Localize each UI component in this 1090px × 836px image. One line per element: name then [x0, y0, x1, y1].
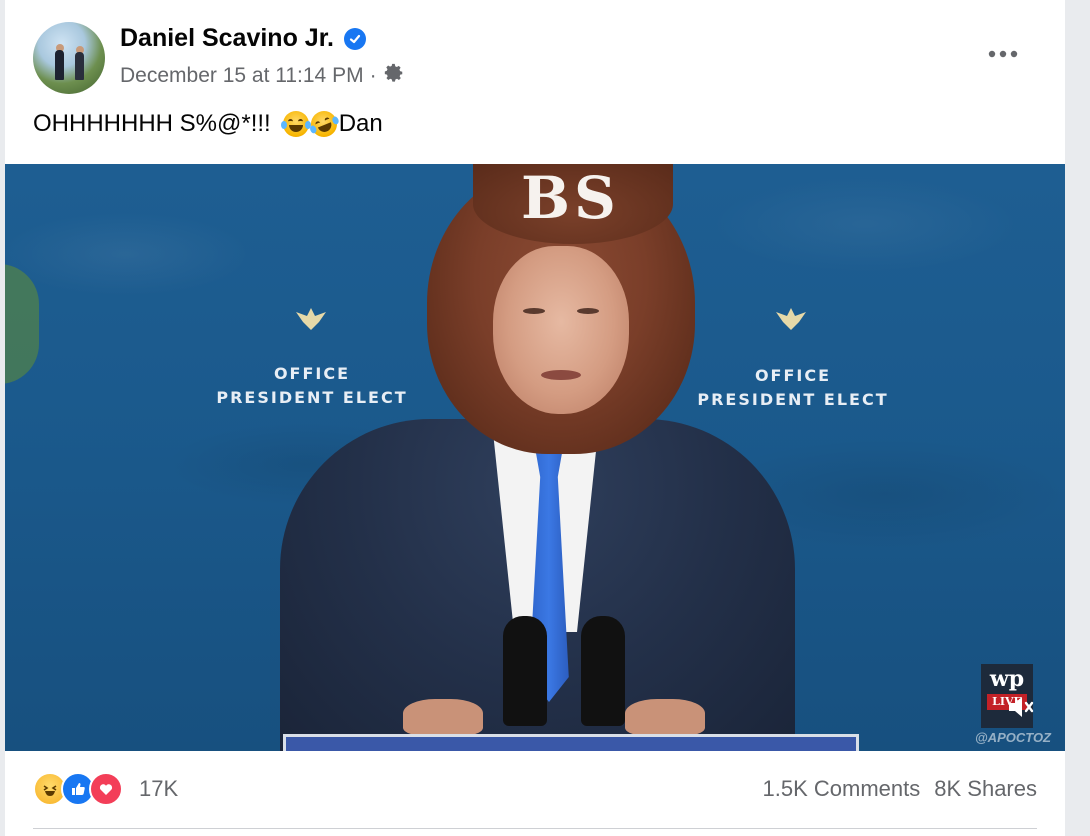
reaction-count[interactable]: 17K [139, 776, 178, 802]
engagement-stats: 1.5K Comments 8K Shares [763, 776, 1037, 802]
backdrop-right-line2: PRESIDENT ELECT [697, 390, 889, 409]
backdrop-text-right: OFFICE PRESIDENT ELECT [683, 364, 903, 412]
video-player[interactable]: OFFICE PRESIDENT ELECT OFFICE PRESIDENT … [5, 164, 1065, 751]
speaker-face [493, 246, 629, 414]
author-name-row: Daniel Scavino Jr. [120, 24, 366, 53]
mute-icon[interactable] [1005, 692, 1035, 722]
watermark: @APOCTOZ [975, 730, 1051, 745]
wp-badge-text: wp [989, 666, 1025, 692]
post-signoff: Dan [338, 110, 383, 137]
comments-count[interactable]: 1.5K Comments [763, 776, 921, 802]
post-meta: December 15 at 11:14 PM · [120, 62, 405, 90]
backdrop-left-line2: PRESIDENT ELECT [216, 388, 408, 407]
eagle-seal-icon [772, 304, 810, 334]
speaker-hand-right [625, 699, 705, 735]
rolling-laughing-emoji-icon [306, 107, 341, 141]
meta-separator: · [369, 64, 377, 87]
more-options-icon[interactable] [985, 36, 1021, 72]
gear-icon[interactable] [383, 62, 405, 90]
post-message: OHHHHHHH S%@*!!! [33, 110, 271, 137]
reactions-summary[interactable]: 17K [33, 772, 178, 806]
verified-badge-icon [344, 27, 366, 50]
backdrop-right-line1: OFFICE [754, 366, 832, 385]
post-card: Daniel Scavino Jr. December 15 at 11:14 … [5, 0, 1065, 836]
author-name[interactable]: Daniel Scavino Jr. [120, 24, 334, 53]
speaker-hand-left [403, 699, 483, 735]
eagle-seal-icon [292, 304, 330, 334]
post-timestamp[interactable]: December 15 at 11:14 PM [120, 64, 364, 88]
microphone-icon [503, 616, 547, 726]
love-icon [89, 772, 123, 806]
microphone-icon [581, 616, 625, 726]
tears-of-joy-emoji-icon [280, 111, 311, 137]
backdrop-left-line1: OFFICE [273, 364, 351, 383]
shares-count[interactable]: 8K Shares [934, 776, 1037, 802]
podium [283, 734, 859, 751]
author-avatar[interactable] [33, 22, 105, 94]
bun-overlay-text: BS [521, 164, 620, 232]
post-text: OHHHHHHH S%@*!!! Dan [33, 107, 383, 141]
divider [33, 828, 1037, 829]
backdrop-text-left: OFFICE PRESIDENT ELECT [202, 362, 422, 410]
